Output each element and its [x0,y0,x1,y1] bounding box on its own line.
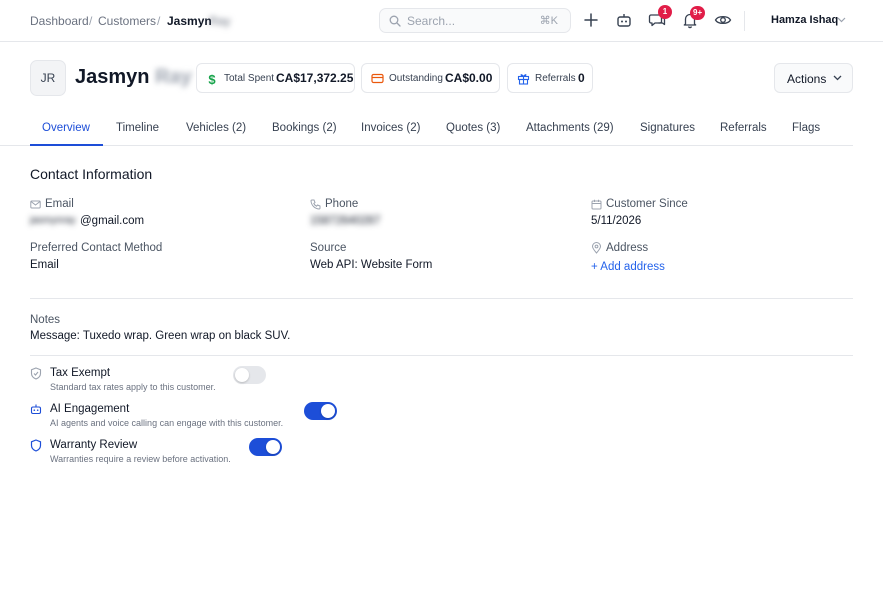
breadcrumb-current: Jasmyn [167,14,212,28]
referrals-value: 0 [578,71,585,85]
preferred-contact-label: Preferred Contact Method [30,242,163,254]
tax-exempt-description: Standard tax rates apply to this custome… [50,382,216,392]
ai-engagement-title: AI Engagement [50,403,130,415]
outstanding-value: CA$0.00 [445,71,493,85]
plus-icon [584,13,598,27]
tab-bar: Overview Timeline Vehicles (2) Bookings … [0,112,853,146]
tab-signatures[interactable]: Signatures [640,122,695,134]
total-spent-card: $ Total Spent CA$17,372.25 [196,63,355,93]
eye-icon [714,15,732,25]
bot-icon [30,404,42,415]
customer-name: Jasmyn Ray [75,66,192,89]
contact-section-title: Contact Information [30,166,153,182]
customer-last-name: Ray [155,66,192,88]
outstanding-card: Outstanding CA$0.00 [361,63,500,93]
email-user: jasmynray [30,215,76,226]
chevron-down-icon [833,75,842,81]
gift-icon [517,74,530,85]
warranty-review-title: Warranty Review [50,439,138,451]
total-spent-label: Total Spent [224,73,275,84]
referrals-label: Referrals [535,73,576,84]
tab-referrals[interactable]: Referrals [720,122,767,134]
email-domain: @gmail.com [80,215,145,227]
add-address-link[interactable]: + Add address [591,261,665,273]
breadcrumb-customers[interactable]: Customers [98,14,156,28]
bot-icon [617,14,631,27]
svg-text:$: $ [208,72,216,86]
toggle-knob [321,404,335,418]
phone-label: Phone [325,198,359,210]
tab-flags[interactable]: Flags [792,122,820,134]
topbar-divider [744,11,745,31]
toggle-knob [235,368,249,382]
customer-since-value: 5/11/2026 [591,215,642,227]
map-pin-icon [591,242,602,254]
source-value: Web API: Website Form [310,259,433,271]
breadcrumb-current-last-name: Ray [209,14,231,28]
ai-assistant-button[interactable] [614,10,634,30]
email-label: Email [45,198,74,210]
tab-bookings[interactable]: Bookings (2) [272,122,337,134]
dollar-icon: $ [208,72,216,86]
chevron-down-icon[interactable] [837,17,846,23]
tab-vehicles[interactable]: Vehicles (2) [186,122,246,134]
actions-label: Actions [787,72,827,86]
tab-invoices[interactable]: Invoices (2) [361,122,420,134]
divider [30,298,853,299]
tax-exempt-toggle[interactable] [233,366,266,384]
address-label: Address [606,242,649,254]
actions-button[interactable]: Actions [774,63,853,93]
add-button[interactable] [581,10,601,30]
shield-icon [30,439,42,452]
source-label: Source [310,242,347,254]
customer-avatar: JR [30,60,66,96]
customer-since-label: Customer Since [606,198,688,210]
search-input[interactable]: Search... ⌘K [379,8,571,33]
notes-value: Message: Tuxedo wrap. Green wrap on blac… [30,330,291,342]
notifications-badge: 9+ [690,6,706,20]
customer-first-name: Jasmyn [75,66,150,88]
shield-check-icon [30,367,42,380]
toggle-knob [266,440,280,454]
user-name[interactable]: Hamza Ishaq [771,14,838,26]
warranty-review-description: Warranties require a review before activ… [50,454,231,464]
active-tab-indicator [30,144,103,146]
total-spent-value: CA$17,372.25 [276,71,354,85]
breadcrumb-separator: / [89,14,93,28]
calendar-icon [591,199,602,210]
tab-timeline[interactable]: Timeline [116,122,159,134]
mail-icon [30,200,41,209]
referrals-card: Referrals 0 [507,63,593,93]
tax-exempt-title: Tax Exempt [50,367,111,379]
search-icon [389,15,401,27]
top-bar: Dashboard / Customers / Jasmyn Ray Searc… [0,0,883,42]
preferred-contact-value: Email [30,259,59,271]
ai-engagement-description: AI agents and voice calling can engage w… [50,418,284,428]
breadcrumb-dashboard[interactable]: Dashboard [30,14,89,28]
tab-quotes[interactable]: Quotes (3) [446,122,500,134]
phone-icon [310,199,321,210]
tab-overview[interactable]: Overview [42,122,90,134]
search-shortcut: ⌘K [539,15,558,27]
tab-attachments[interactable]: Attachments (29) [526,122,614,134]
phone-value: 15872640287 [310,215,381,227]
preview-button[interactable] [713,10,733,30]
warranty-review-toggle[interactable] [249,438,282,456]
ai-engagement-toggle[interactable] [304,402,337,420]
outstanding-label: Outstanding [389,73,443,84]
notes-label: Notes [30,314,61,326]
messages-badge: 1 [658,5,672,19]
breadcrumb-separator: / [157,14,161,28]
credit-card-icon [371,73,384,84]
search-placeholder: Search... [407,14,456,28]
divider [30,355,853,356]
